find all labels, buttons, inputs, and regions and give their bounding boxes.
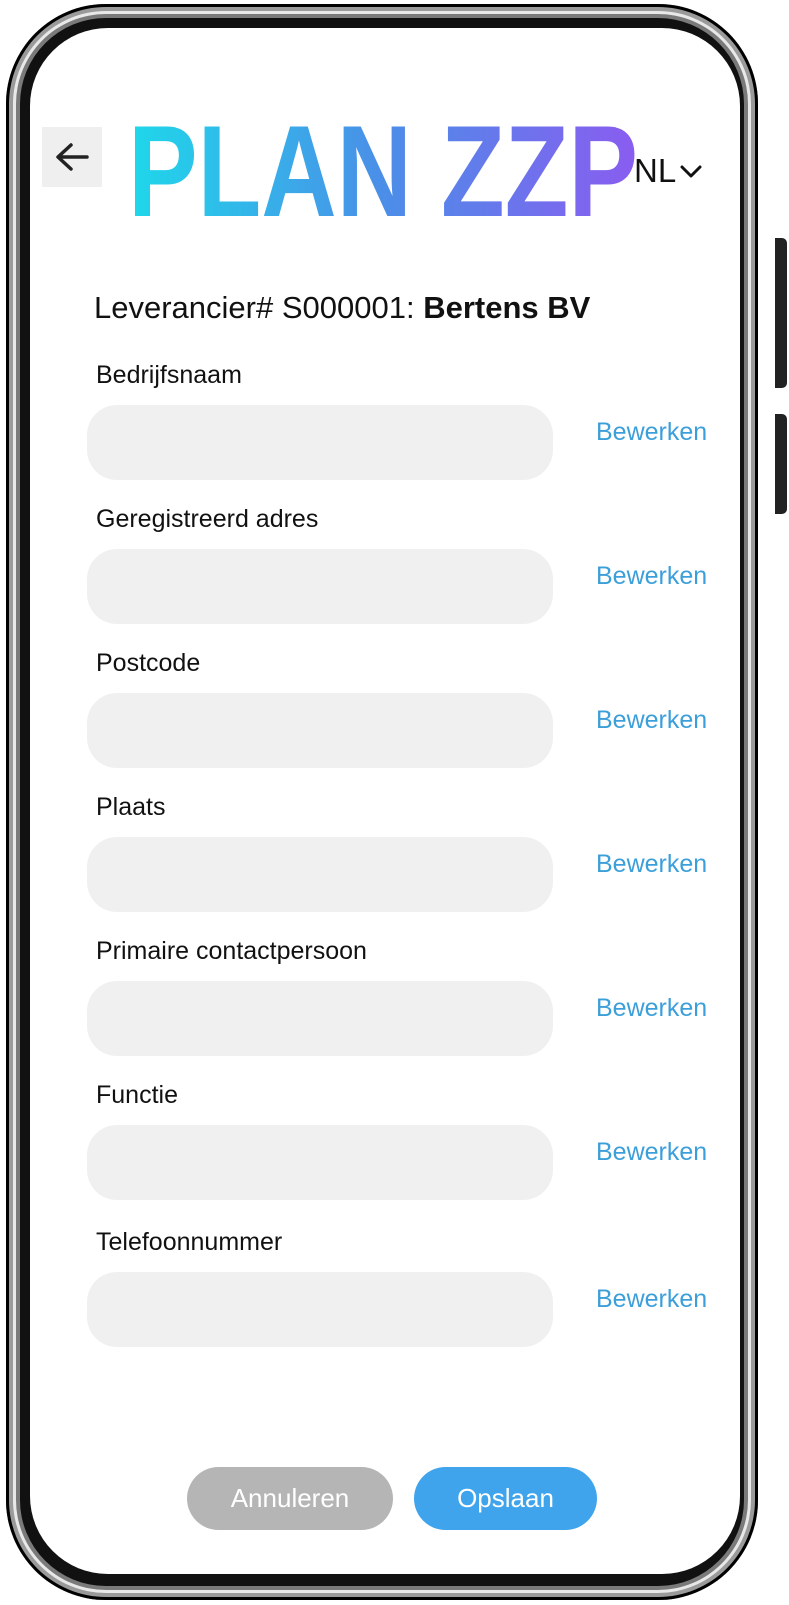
edit-bedrijfsnaam-link[interactable]: Bewerken: [596, 418, 707, 447]
field-label-telefoonnummer: Telefoonnummer: [96, 1228, 283, 1256]
bedrijfsnaam-input[interactable]: [87, 405, 553, 480]
app-screen: PLAN ZZP NL Leverancier# S000001: Berten…: [30, 28, 740, 1574]
chevron-down-icon: [680, 165, 702, 178]
language-label: NL: [634, 152, 677, 189]
telefoonnummer-input[interactable]: [87, 1272, 553, 1347]
save-button[interactable]: Opslaan: [414, 1467, 597, 1530]
edit-plaats-link[interactable]: Bewerken: [596, 850, 707, 879]
power-button: [775, 414, 787, 514]
plan-zzp-logo: PLAN ZZP: [128, 120, 638, 224]
supplier-number: Leverancier# S000001:: [94, 290, 424, 325]
primaire-contactpersoon-input[interactable]: [87, 981, 553, 1056]
edit-postcode-link[interactable]: Bewerken: [596, 706, 707, 735]
supplier-name: Bertens BV: [423, 290, 591, 325]
logo-text: PLAN ZZP: [128, 120, 638, 224]
postcode-input[interactable]: [87, 693, 553, 768]
arrow-left-icon: [56, 143, 89, 171]
cancel-button[interactable]: Annuleren: [187, 1467, 393, 1530]
field-label-plaats: Plaats: [96, 793, 166, 821]
supplier-heading: Leverancier# S000001: Bertens BV: [94, 290, 590, 326]
language-selector[interactable]: NL: [634, 152, 702, 190]
field-label-functie: Functie: [96, 1081, 178, 1109]
field-label-geregistreerd-adres: Geregistreerd adres: [96, 505, 319, 533]
edit-geregistreerd-adres-link[interactable]: Bewerken: [596, 562, 707, 591]
field-label-bedrijfsnaam: Bedrijfsnaam: [96, 361, 242, 389]
edit-functie-link[interactable]: Bewerken: [596, 1138, 707, 1167]
edit-telefoonnummer-link[interactable]: Bewerken: [596, 1285, 707, 1314]
volume-button: [775, 238, 787, 388]
geregistreerd-adres-input[interactable]: [87, 549, 553, 624]
field-label-postcode: Postcode: [96, 649, 201, 677]
functie-input[interactable]: [87, 1125, 553, 1200]
field-label-primaire-contactpersoon: Primaire contactpersoon: [96, 937, 367, 965]
back-button[interactable]: [42, 127, 102, 187]
edit-primaire-contactpersoon-link[interactable]: Bewerken: [596, 994, 707, 1023]
plaats-input[interactable]: [87, 837, 553, 912]
